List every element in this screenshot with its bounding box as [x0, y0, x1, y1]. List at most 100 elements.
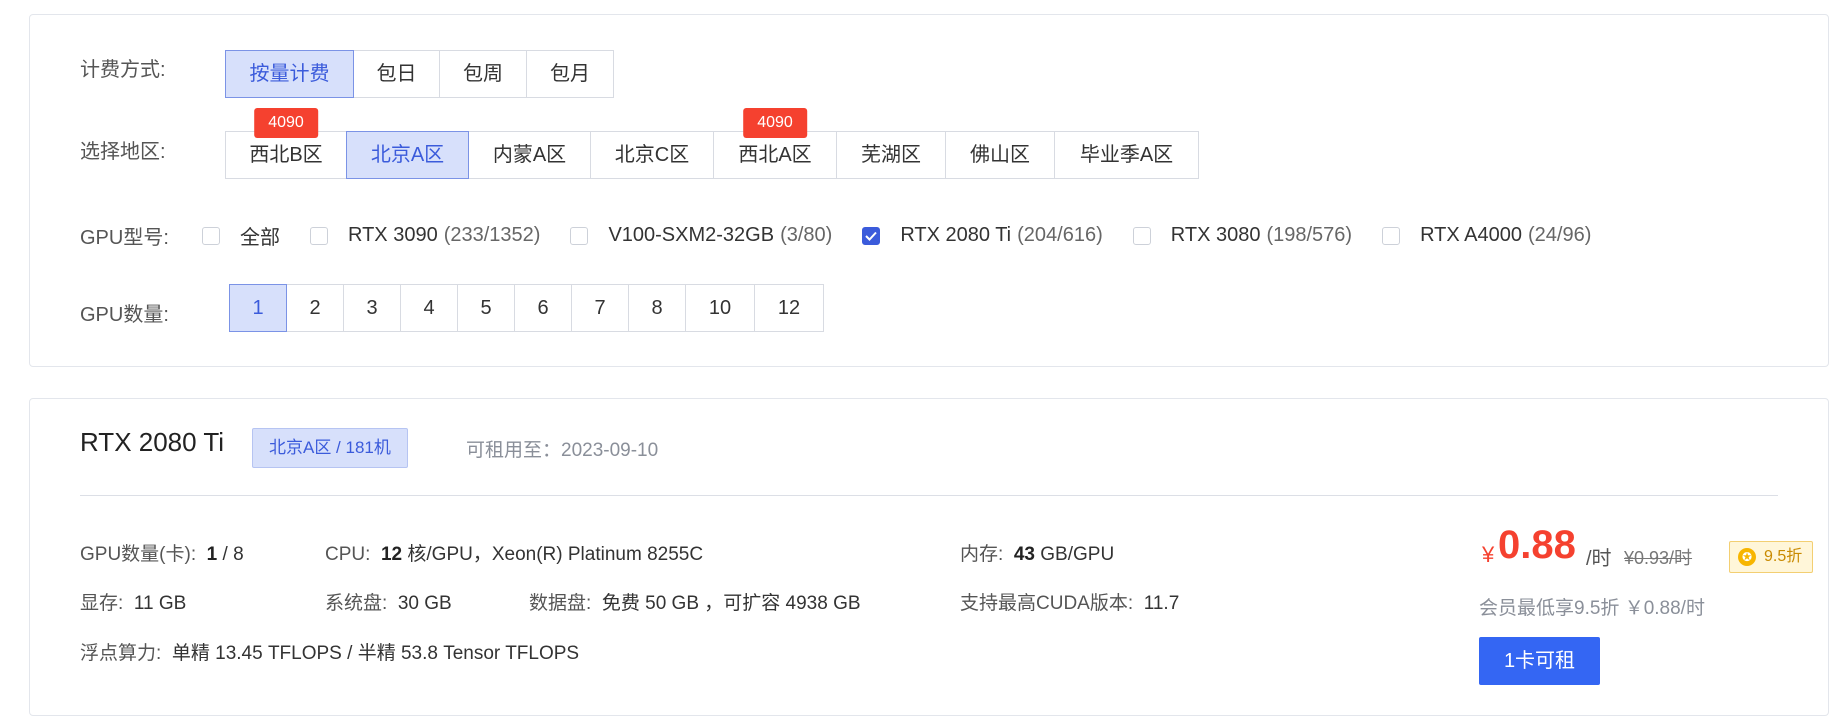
region-option-foshan[interactable]: 佛山区 [945, 131, 1055, 179]
gpu-count-label: GPU数量: [80, 304, 169, 326]
spec-value: 12 [380, 544, 403, 565]
gpu-name-title: RTX 2080 Ti [80, 427, 225, 457]
region-option-label: 芜湖区 [861, 144, 921, 166]
region-option-label: 北京A区 [370, 144, 445, 166]
region-option-beijing-c[interactable]: 北京C区 [590, 131, 714, 179]
spec-memory: 内存: 43 GB/GPU [960, 539, 1114, 566]
region-option-label: 西北A区 [738, 144, 812, 166]
gpu-count-option-5[interactable]: 5 [457, 284, 515, 332]
region-label: 选择地区: [80, 141, 166, 163]
region-option-neimeng-a[interactable]: 内蒙A区 [468, 131, 591, 179]
region-option-graduation-a[interactable]: 毕业季A区 [1054, 131, 1199, 179]
gpu-model-availability: (233/1352) [443, 224, 541, 246]
member-price-note: 会员最低享9.5折 ￥0.88/时 [1479, 598, 1705, 619]
spec-value-total: / 8 [217, 544, 244, 565]
gpu-model-option-rtx-a4000[interactable]: RTX A4000 (24/96) [1382, 224, 1591, 247]
gpu-model-availability: (3/80) [780, 224, 833, 246]
gpu-count-option-8[interactable]: 8 [628, 284, 686, 332]
region-badge: 北京A区 / 181机 [252, 428, 408, 468]
price-value: 0.88 [1498, 523, 1576, 567]
gpu-count-option-6[interactable]: 6 [514, 284, 572, 332]
price-unit: /时 [1586, 548, 1612, 570]
gpu-count-options: 1 2 3 4 5 6 7 8 10 12 [229, 284, 824, 332]
spec-flops: 浮点算力: 单精 13.45 TFLOPS / 半精 53.8 Tensor T… [80, 638, 579, 665]
spec-gpu-count: GPU数量(卡): 1 / 8 [80, 539, 244, 566]
gpu-model-name: RTX 3080 [1170, 224, 1261, 246]
gpu-count-option-4[interactable]: 4 [400, 284, 458, 332]
gpu-count-option-3[interactable]: 3 [343, 284, 401, 332]
spec-unit: GB/GPU [1040, 544, 1115, 565]
spec-label: 支持最高CUDA版本: [960, 593, 1134, 614]
gpu-model-option-rtx-3080[interactable]: RTX 3080 (198/576) [1132, 224, 1353, 247]
spec-cpu: CPU: 12 核/GPU，Xeon(R) Platinum 8255C [325, 539, 703, 566]
gpu-count-option-10[interactable]: 10 [685, 284, 755, 332]
spec-data-disk: 数据盘: 免费 50 GB ，可扩容 4938 GB [529, 588, 861, 615]
gpu-model-name: RTX A4000 [1420, 224, 1523, 246]
checkbox-icon[interactable] [1382, 226, 1401, 245]
region-option-wuhu[interactable]: 芜湖区 [836, 131, 946, 179]
gpu-count-option-12[interactable]: 12 [754, 284, 824, 332]
checkbox-icon[interactable] [1132, 226, 1151, 245]
gpu-count-option-1[interactable]: 1 [229, 284, 287, 332]
gpu-model-name: V100-SXM2-32GB [608, 224, 775, 246]
spec-label: CPU: [325, 544, 371, 565]
spec-value: 1 [206, 544, 218, 565]
spec-label: 数据盘: [529, 593, 592, 614]
gpu-model-availability: (204/616) [1017, 224, 1103, 246]
spec-value: 11 GB [133, 593, 187, 614]
rent-button[interactable]: 1卡可租 [1479, 637, 1600, 685]
gpu-model-option-rtx-3090[interactable]: RTX 3090 (233/1352) [310, 224, 540, 247]
gpu-model-option-v100[interactable]: V100-SXM2-32GB (3/80) [570, 224, 832, 247]
spec-value: 11.7 [1143, 593, 1180, 614]
region-option-label: 毕业季A区 [1079, 144, 1174, 166]
region-option-xibei-a[interactable]: 4090 西北A区 [713, 108, 837, 179]
billing-option-monthly[interactable]: 包月 [526, 50, 614, 98]
gpu-model-option-rtx-2080ti[interactable]: RTX 2080 Ti (204/616) [862, 224, 1103, 247]
spec-value: 单精 13.45 TFLOPS / 半精 53.8 Tensor TFLOPS [171, 643, 580, 664]
spec-vram: 显存: 11 GB [80, 588, 186, 615]
checkbox-checked-icon[interactable] [862, 226, 881, 245]
spec-label: 显存: [80, 593, 124, 614]
gpu-model-options: 全部 RTX 3090 (233/1352) V100-SXM2-32GB (3… [202, 221, 1621, 250]
checkbox-icon[interactable] [310, 226, 328, 245]
gpu-4090-tag: 4090 [743, 108, 807, 138]
spec-value: 43 [1013, 544, 1035, 565]
filter-panel: 计费方式: 按量计费 包日 包周 包月 选择地区: 4090 西北B区 北京A区… [29, 14, 1829, 367]
available-until: 可租用至：2023-09-10 [466, 440, 659, 461]
region-option-label: 内蒙A区 [492, 144, 567, 166]
gpu-model-label: GPU型号: [80, 227, 169, 249]
spec-label: GPU数量(卡): [80, 544, 197, 565]
price-currency: ¥ [1482, 542, 1495, 567]
spec-label: 系统盘: [325, 593, 388, 614]
region-option-xibei-b[interactable]: 4090 西北B区 [225, 108, 347, 179]
billing-label: 计费方式: [80, 59, 166, 81]
gpu-model-name: 全部 [240, 227, 280, 249]
gpu-count-option-2[interactable]: 2 [286, 284, 344, 332]
region-option-label: 北京C区 [614, 144, 690, 166]
spec-value: 30 GB [397, 593, 452, 614]
gpu-count-option-7[interactable]: 7 [571, 284, 629, 332]
billing-options: 按量计费 包日 包周 包月 [225, 50, 614, 98]
spec-value-detail: 核/GPU，Xeon(R) Platinum 8255C [407, 544, 704, 565]
discount-text: 9.5折 [1764, 548, 1803, 565]
spec-label: 浮点算力: [80, 643, 162, 664]
spec-system-disk: 系统盘: 30 GB [325, 588, 452, 615]
spec-label: 内存: [960, 544, 1004, 565]
region-option-label: 佛山区 [970, 144, 1030, 166]
checkbox-icon[interactable] [570, 226, 589, 245]
gpu-model-name: RTX 2080 Ti [900, 224, 1012, 246]
billing-option-weekly[interactable]: 包周 [439, 50, 527, 98]
billing-option-pay-as-you-go[interactable]: 按量计费 [225, 50, 354, 98]
billing-option-daily[interactable]: 包日 [353, 50, 440, 98]
spec-value: 免费 50 GB ，可扩容 4938 GB [601, 593, 861, 614]
divider [80, 495, 1778, 496]
gpu-model-availability: (198/576) [1266, 224, 1353, 246]
spec-cuda: 支持最高CUDA版本: 11.7 [960, 588, 1179, 615]
region-option-beijing-a[interactable]: 北京A区 [346, 131, 469, 179]
gpu-model-option-all[interactable]: 全部 [202, 221, 280, 250]
gpu-model-availability: (24/96) [1528, 224, 1592, 246]
region-options: 4090 西北B区 北京A区 内蒙A区 北京C区 4090 西北A区 芜湖区 佛… [225, 108, 1199, 179]
checkbox-icon[interactable] [202, 226, 220, 245]
region-option-label: 西北B区 [249, 144, 323, 166]
gpu-4090-tag: 4090 [254, 108, 318, 138]
